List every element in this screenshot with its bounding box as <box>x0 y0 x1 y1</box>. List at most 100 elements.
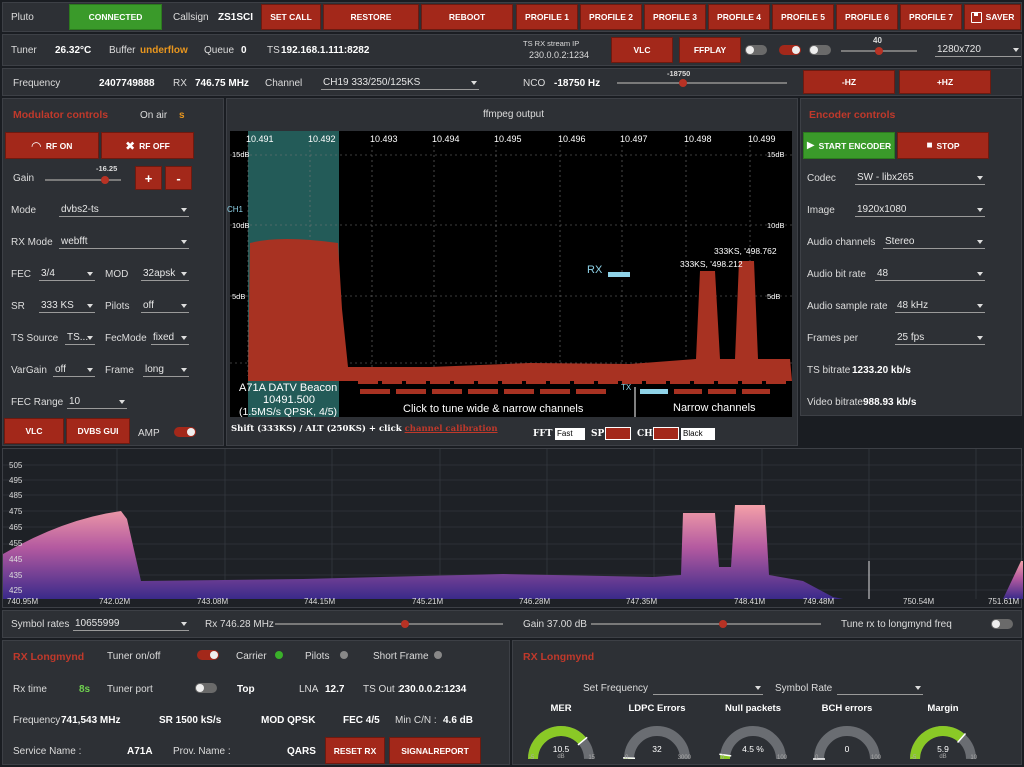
rf-off-button[interactable]: ✖ RF OFF <box>101 132 194 159</box>
resolution-select[interactable]: 1280x720 <box>935 43 1021 57</box>
fft-freq-8: 10.499 <box>748 134 776 144</box>
dvbs-gui-button[interactable]: DVBS GUI <box>66 418 130 444</box>
profile-7-button[interactable]: PROFILE 7 <box>900 4 962 30</box>
audio-sample-rate-select[interactable]: 48 kHz <box>895 299 985 313</box>
spectrum-panel[interactable]: 505 495 485 475 465 455 445 435 425 740.… <box>2 448 1023 609</box>
saver-button[interactable]: SAVER <box>964 4 1021 30</box>
profile-5-button[interactable]: PROFILE 5 <box>772 4 834 30</box>
toggle-3[interactable] <box>809 45 831 55</box>
profile-3-button[interactable]: PROFILE 3 <box>644 4 706 30</box>
tuner-port-toggle[interactable] <box>195 683 217 693</box>
gauge-min: -5 <box>911 755 917 761</box>
fft-freq-1: 10.492 <box>308 134 336 144</box>
toggle-1[interactable] <box>745 45 767 55</box>
mod-label: MOD <box>105 269 129 280</box>
frame-label: Frame <box>105 365 134 376</box>
amp-toggle[interactable] <box>174 427 196 437</box>
short-frame-led <box>434 651 442 659</box>
rf-on-button[interactable]: ◠ RF ON <box>5 132 99 159</box>
gauge-max: 15 <box>588 755 595 761</box>
symbol-rates-select[interactable]: 10655999 <box>73 617 189 631</box>
pilots-led <box>340 651 348 659</box>
spectrum-x-2: 743.08M <box>197 597 229 606</box>
tssource-select[interactable]: TS... <box>65 331 95 345</box>
channel-select[interactable]: CH19 333/250/125KS <box>321 76 479 90</box>
shift-hint-text: Shift (333KS) / ALT (250KS) + click <box>231 424 405 434</box>
buffer-label: Buffer <box>109 45 136 56</box>
rx-freq-slider-thumb[interactable] <box>401 620 409 628</box>
codec-label: Codec <box>807 173 836 184</box>
rf-off-label: RF OFF <box>139 140 170 151</box>
minus-hz-button[interactable]: -HZ <box>803 70 895 94</box>
toggle-2[interactable] <box>779 45 801 55</box>
rx-gain-slider[interactable] <box>591 620 821 628</box>
pilots-select[interactable]: off <box>141 299 189 313</box>
stream-slider-thumb[interactable] <box>875 47 883 55</box>
fft-select[interactable]: Fast <box>555 428 585 440</box>
gauge-value: 10.5 <box>552 744 570 754</box>
short-frame-label: Short Frame <box>373 651 429 662</box>
rx-freq-slider[interactable] <box>275 620 503 628</box>
nco-slider[interactable] <box>617 79 787 87</box>
profile-6-button[interactable]: PROFILE 6 <box>836 4 898 30</box>
mod-select[interactable]: 32apsk <box>141 267 189 281</box>
spectrum-svg[interactable] <box>3 449 1023 609</box>
gain-slider[interactable] <box>45 176 121 184</box>
sp-color-swatch[interactable] <box>605 427 631 440</box>
reboot-button[interactable]: REBOOT <box>421 4 513 30</box>
fecmode-select[interactable]: fixed <box>151 331 189 345</box>
gain-plus-button[interactable]: + <box>135 166 162 190</box>
frame-select[interactable]: long <box>143 363 189 377</box>
rxmode-select[interactable]: webfft <box>59 235 189 249</box>
connected-button[interactable]: CONNECTED <box>69 4 162 30</box>
tx-marker: TX <box>621 383 632 392</box>
set-call-button[interactable]: SET CALL <box>261 4 321 30</box>
tuner-label: Tuner <box>11 45 37 56</box>
ts-value: 192.168.1.111:8282 <box>281 45 370 56</box>
gauge-value: 32 <box>652 744 662 754</box>
gauge-unit: dB <box>557 754 565 760</box>
rx-gain-slider-thumb[interactable] <box>719 620 727 628</box>
lna-label: LNA <box>299 684 319 695</box>
ch-color-swatch[interactable] <box>653 427 679 440</box>
symbol-rate-select[interactable] <box>837 681 923 695</box>
set-frequency-select[interactable] <box>653 681 763 695</box>
codec-select[interactable]: SW - libx265 <box>855 171 985 185</box>
spectrum-y-495: 495 <box>9 476 23 485</box>
spectrum-x-0: 740.95M <box>7 597 39 606</box>
fec-select[interactable]: 3/4 <box>39 267 95 281</box>
profile-4-button[interactable]: PROFILE 4 <box>708 4 770 30</box>
nco-slider-thumb[interactable] <box>679 79 687 87</box>
calibration-link[interactable]: channel calibration <box>405 424 498 434</box>
ffplay-button[interactable]: FFPLAY <box>679 37 741 63</box>
stream-slider[interactable] <box>841 47 917 55</box>
mode-select[interactable]: dvbs2-ts <box>59 203 189 217</box>
profile-2-button[interactable]: PROFILE 2 <box>580 4 642 30</box>
start-encoder-button[interactable]: ▶ START ENCODER <box>803 132 895 159</box>
stop-encoder-button[interactable]: ■ STOP <box>897 132 989 159</box>
tuner-onoff-toggle[interactable] <box>197 650 219 660</box>
fecrange-select[interactable]: 10 <box>67 395 127 409</box>
vlc-stream-button[interactable]: VLC <box>611 37 673 63</box>
gain-slider-thumb[interactable] <box>101 176 109 184</box>
frames-per-select[interactable]: 25 fps <box>895 331 985 345</box>
fft-display[interactable] <box>230 131 792 417</box>
restore-button[interactable]: RESTORE <box>323 4 419 30</box>
profile-1-button[interactable]: PROFILE 1 <box>516 4 578 30</box>
reset-rx-button[interactable]: RESET RX <box>325 737 385 764</box>
image-select[interactable]: 1920x1080 <box>855 203 985 217</box>
signal-report-button[interactable]: SIGNALREPORT <box>389 737 481 764</box>
fft-db-5-left: 5dB <box>232 292 246 301</box>
audio-channels-select[interactable]: Stereo <box>883 235 985 249</box>
plus-hz-button[interactable]: +HZ <box>899 70 991 94</box>
audio-bitrate-select[interactable]: 48 <box>875 267 985 281</box>
sr-select[interactable]: 333 KS <box>39 299 95 313</box>
tune-longmynd-toggle[interactable] <box>991 619 1013 629</box>
gain-minus-button[interactable]: - <box>165 166 192 190</box>
vlc-button[interactable]: VLC <box>4 418 64 444</box>
vargain-select[interactable]: off <box>53 363 95 377</box>
spectrum-y-425: 425 <box>9 586 23 595</box>
gauge-bch-errors: BCH errors 0 0 100 <box>811 703 883 763</box>
tune-hint: Click to tune wide & narrow channels <box>403 403 584 415</box>
ch-color-select[interactable]: Black <box>681 428 715 440</box>
